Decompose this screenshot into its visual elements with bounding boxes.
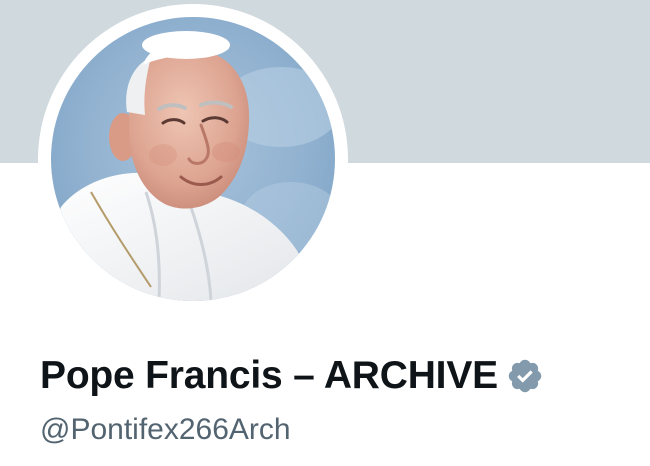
profile-header: Pope Francis – ARCHIVE @Pontifex266Arch <box>0 0 650 466</box>
display-name: Pope Francis – ARCHIVE <box>40 354 498 397</box>
profile-avatar[interactable] <box>51 17 335 301</box>
verified-badge-shape <box>508 359 542 393</box>
name-row: Pope Francis – ARCHIVE <box>40 352 544 400</box>
verified-badge-icon[interactable] <box>506 357 544 395</box>
user-handle: @Pontifex266Arch <box>40 413 291 446</box>
avatar-photo <box>51 17 335 301</box>
